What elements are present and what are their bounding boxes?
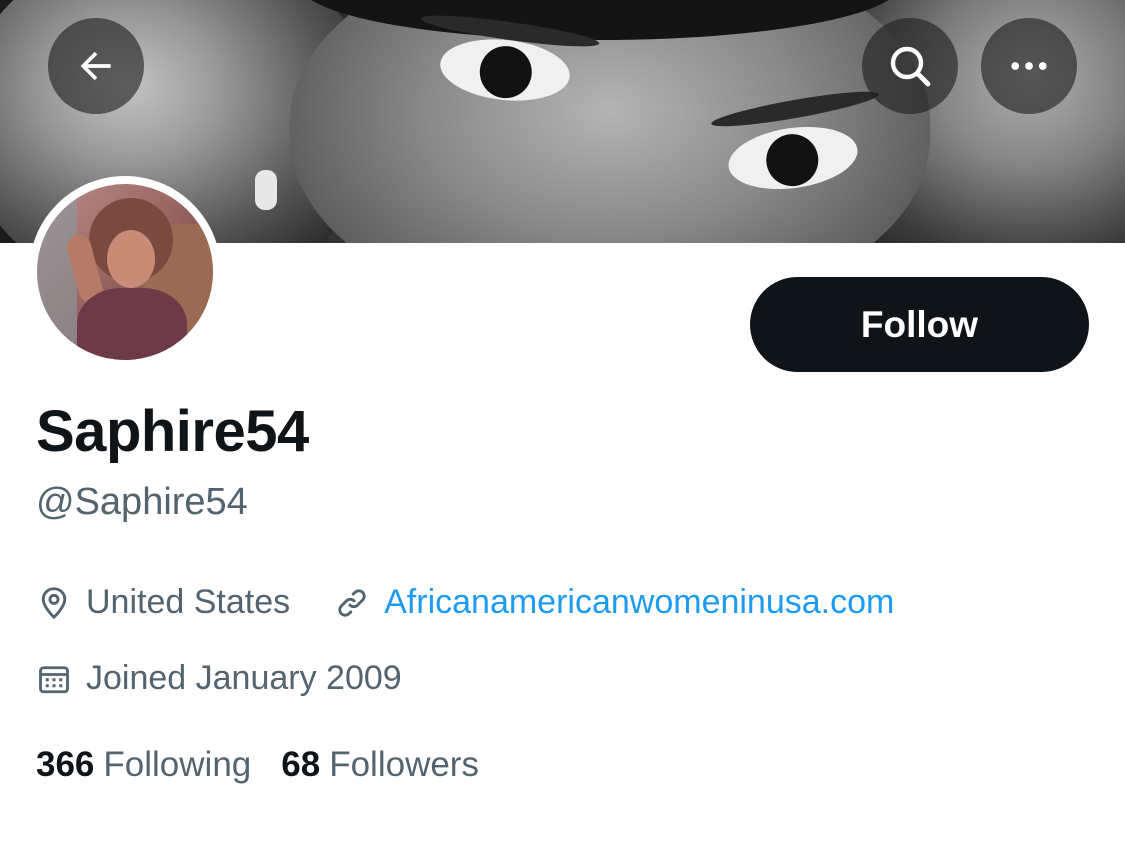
search-icon	[890, 46, 931, 87]
more-horizontal-icon	[1011, 62, 1047, 70]
profile-meta-row: Joined January 2009	[36, 659, 402, 698]
following-link[interactable]: 366 Following	[36, 745, 251, 785]
link-icon	[338, 588, 366, 617]
back-button[interactable]	[48, 18, 144, 114]
follow-button[interactable]: Follow	[750, 277, 1089, 372]
arrow-left-icon	[80, 51, 111, 81]
website-item[interactable]: Africanamericanwomeninusa.com	[334, 583, 894, 622]
followers-label: Followers	[329, 745, 479, 784]
calendar-icon	[39, 665, 69, 693]
banner-earring	[255, 170, 277, 210]
search-button[interactable]	[862, 18, 958, 114]
user-handle: @Saphire54	[36, 481, 248, 523]
followers-count: 68	[281, 745, 321, 784]
joined-item: Joined January 2009	[36, 659, 402, 698]
follow-stats: 366 Following 68 Followers	[36, 745, 509, 785]
location-pin-icon	[41, 586, 67, 619]
avatar[interactable]	[29, 176, 221, 368]
location-item: United States	[36, 583, 290, 622]
followers-link[interactable]: 68 Followers	[281, 745, 479, 785]
joined-date-text: Joined January 2009	[86, 659, 402, 697]
website-link[interactable]: Africanamericanwomeninusa.com	[384, 583, 894, 622]
avatar-photo	[37, 184, 213, 360]
following-label: Following	[103, 745, 252, 784]
more-options-button[interactable]	[981, 18, 1077, 114]
location-text: United States	[86, 583, 291, 621]
following-count: 366	[36, 745, 95, 784]
profile-meta-row: United States Africanamericanwomeninusa.…	[36, 583, 894, 622]
display-name: Saphire54	[36, 399, 309, 464]
